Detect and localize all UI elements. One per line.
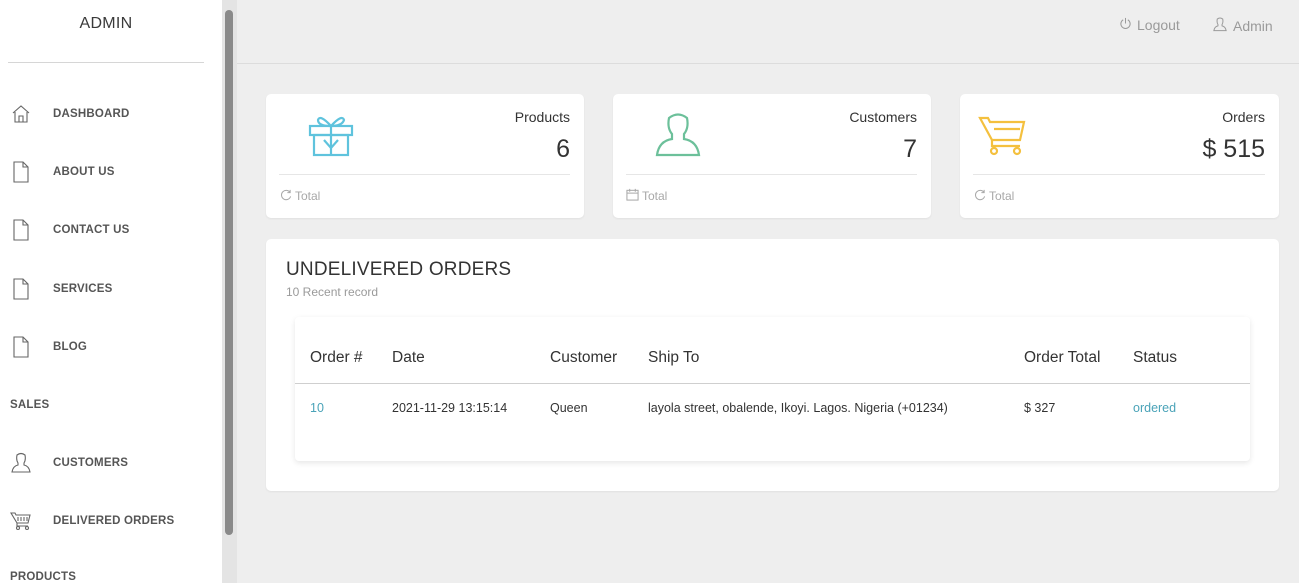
column-header-status[interactable]: Status [1133, 349, 1177, 367]
admin-label: Admin [1233, 18, 1273, 34]
section-label-sales: SALES [10, 399, 50, 411]
brand-divider [8, 62, 204, 63]
column-header-date[interactable]: Date [392, 349, 425, 367]
section-label-products: PRODUCTS [10, 571, 77, 583]
card-divider [279, 174, 570, 175]
orders-card: Orders $ 515 Total [960, 94, 1279, 218]
user-icon [9, 450, 33, 476]
logout-link[interactable]: Logout [1119, 17, 1180, 33]
customers-card: Customers 7 Total [613, 94, 931, 218]
sidebar-item-delivered-orders[interactable]: DELIVERED ORDERS [0, 501, 222, 541]
undelivered-orders-panel: UNDELIVERED ORDERS 10 Recent record Orde… [266, 239, 1279, 491]
card-divider [973, 174, 1265, 175]
sidebar-item-about-us[interactable]: ABOUT US [0, 152, 222, 192]
card-value: $ 515 [1202, 135, 1265, 163]
sidebar-item-contact-us[interactable]: CONTACT US [0, 210, 222, 250]
order-status-link[interactable]: ordered [1133, 401, 1176, 415]
card-value: 6 [556, 135, 570, 163]
order-number-link[interactable]: 10 [310, 401, 324, 415]
sidebar-item-label: SERVICES [53, 283, 113, 295]
card-value: 7 [903, 135, 917, 163]
admin-user-menu[interactable]: Admin [1212, 17, 1273, 35]
panel-subtitle: 10 Recent record [286, 285, 379, 299]
card-label: Products [514, 109, 570, 125]
panel-title: UNDELIVERED ORDERS [286, 259, 512, 280]
card-label: Orders [1222, 109, 1265, 125]
sidebar-item-customers[interactable]: CUSTOMERS [0, 443, 222, 483]
sidebar-item-label: CONTACT US [53, 224, 130, 236]
sidebar-item-label: ABOUT US [53, 166, 115, 178]
document-icon [9, 334, 33, 360]
sidebar-item-label: DELIVERED ORDERS [53, 515, 175, 527]
column-header-ship-to[interactable]: Ship To [648, 349, 699, 367]
cart-icon [9, 508, 33, 534]
card-label: Customers [849, 109, 917, 125]
card-footer-text: Total [295, 189, 321, 203]
sidebar-item-label: BLOG [53, 341, 88, 353]
card-divider [626, 174, 917, 175]
order-date: 2021-11-29 13:15:14 [392, 401, 508, 415]
top-bar: Logout Admin [237, 10, 1299, 64]
products-card: Products 6 Total [266, 94, 584, 218]
refresh-icon [973, 188, 986, 204]
refresh-icon [279, 188, 292, 204]
calendar-icon [626, 188, 639, 204]
brand-title: ADMIN [79, 15, 133, 32]
document-icon [9, 217, 33, 243]
column-header-customer[interactable]: Customer [550, 349, 617, 367]
orders-table: Order # Date Customer Ship To Order Tota… [295, 317, 1250, 461]
home-icon [9, 101, 33, 127]
user-icon [653, 112, 703, 158]
power-icon [1119, 17, 1132, 33]
card-footer: Total [626, 188, 667, 204]
order-ship-to: layola street, obalende, Ikoyi. Lagos. N… [648, 401, 948, 415]
card-footer-text: Total [989, 189, 1015, 203]
sidebar-scrollbar-thumb[interactable] [225, 10, 233, 535]
sidebar: ADMIN DASHBOARD ABOUT US CONTACT US SERV… [0, 0, 222, 583]
gift-icon [306, 112, 356, 158]
sidebar-item-services[interactable]: SERVICES [0, 269, 222, 309]
sidebar-item-label: CUSTOMERS [53, 457, 129, 469]
column-header-order[interactable]: Order # [310, 349, 363, 367]
column-header-order-total[interactable]: Order Total [1024, 349, 1100, 367]
card-footer-text: Total [642, 189, 668, 203]
logout-label: Logout [1137, 17, 1180, 33]
sidebar-item-label: DASHBOARD [53, 108, 130, 120]
document-icon [9, 159, 33, 185]
card-footer: Total [973, 188, 1014, 204]
order-total: $ 327 [1024, 401, 1056, 415]
sidebar-item-dashboard[interactable]: DASHBOARD [0, 94, 222, 134]
document-icon [9, 276, 33, 302]
sidebar-item-blog[interactable]: BLOG [0, 327, 222, 367]
order-customer: Queen [550, 401, 588, 415]
card-footer: Total [279, 188, 320, 204]
cart-icon [978, 112, 1028, 158]
table-header-divider [295, 383, 1250, 384]
user-icon [1212, 17, 1228, 35]
